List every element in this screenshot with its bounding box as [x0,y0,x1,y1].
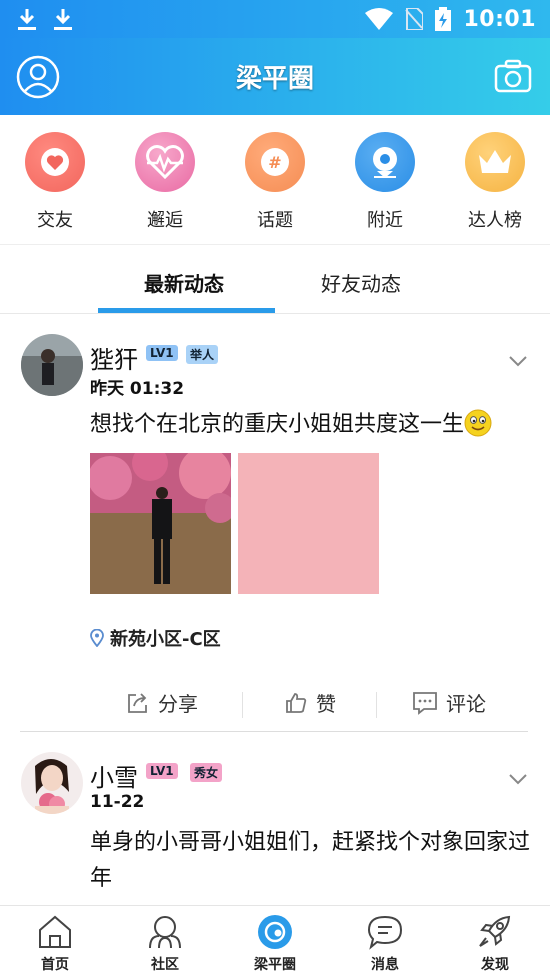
comment-label: 评论 [446,692,486,716]
heart-icon [25,132,85,192]
rocket-icon [479,915,511,947]
nav-community[interactable]: 社区 [110,906,220,979]
like-button[interactable]: 赞 [284,688,336,717]
post-card[interactable]: 狴犴 LV1 举人 昨天 01:32 想找个在北京的重庆小姐姐共度这一生 新苑小… [0,315,550,733]
clock: 10:01 [463,6,536,32]
nav-home[interactable]: 首页 [0,906,110,979]
title-badge: 秀女 [190,763,223,782]
no-sim-icon [405,8,424,30]
category-row: 交友 邂逅 # 话题 附近 达人榜 [0,115,550,245]
category-label: 邂逅 [147,210,183,231]
chevron-down-icon[interactable] [508,773,528,785]
username[interactable]: 小雪 [90,758,138,793]
community-icon [149,916,181,949]
avatar[interactable] [21,752,83,814]
comment-button[interactable]: 评论 [412,688,486,717]
battery-charging-icon [435,7,452,31]
location-pin-icon [90,629,104,647]
download-icon [18,9,36,30]
post-location[interactable]: 新苑小区-C区 [90,625,221,651]
tab-latest[interactable]: 最新动态 [144,268,224,297]
nav-label: 梁平圈 [254,957,296,973]
username[interactable]: 狴犴 [90,340,138,375]
post-image[interactable] [90,453,231,594]
category-friends[interactable]: 交友 [0,115,110,244]
chevron-down-icon[interactable] [508,355,528,367]
category-label: 交友 [37,210,73,231]
home-icon [39,915,71,948]
category-encounter[interactable]: 邂逅 [110,115,220,244]
nav-label: 发现 [481,957,509,973]
nav-label: 首页 [41,957,69,973]
level-badge: LV1 [146,345,178,361]
share-icon [128,692,147,713]
thumbs-up-icon [286,692,307,713]
wifi-icon [365,8,394,30]
circle-icon [258,915,292,949]
category-label: 附近 [367,210,403,231]
bottom-nav: 首页 社区 梁平圈 消息 发现 [0,905,550,979]
category-nearby[interactable]: 附近 [330,115,440,244]
post-text-content: 想找个在北京的重庆小姐姐共度这一生 [90,412,465,437]
camera-icon[interactable] [494,58,532,94]
category-ranking[interactable]: 达人榜 [440,115,550,244]
category-topics[interactable]: # 话题 [220,115,330,244]
post-image-placeholder[interactable] [238,453,379,594]
location-icon [355,132,415,192]
like-label: 赞 [316,692,336,716]
post-text: 单身的小哥哥小姐姐们，赶紧找个对象回家过年 [90,830,531,891]
svg-text:#: # [268,153,281,172]
post-time: 11-22 [90,792,145,812]
divider [242,692,243,718]
status-bar: 10:01 [0,0,550,38]
app-title: 梁平圈 [235,64,314,94]
tab-friends[interactable]: 好友动态 [321,268,401,297]
nav-circle[interactable]: 梁平圈 [220,906,330,979]
divider [376,692,377,718]
hashtag-icon: # [245,132,305,192]
user-avatar-icon[interactable] [16,55,60,99]
download-icon [54,9,72,30]
comment-icon [413,691,437,715]
title-badge: 举人 [186,345,219,364]
nav-discover[interactable]: 发现 [440,906,550,979]
category-label: 达人榜 [468,210,522,231]
post-text: 想找个在北京的重庆小姐姐共度这一生 [90,407,535,443]
smile-emoji-icon [464,409,492,437]
heartbeat-icon [135,132,195,192]
level-badge: LV1 [146,763,178,779]
avatar[interactable] [21,334,83,396]
tab-indicator [98,308,275,313]
nav-label: 消息 [371,957,399,973]
post-time: 昨天 01:32 [90,379,185,399]
crown-icon [465,132,525,192]
category-label: 话题 [257,210,293,231]
app-bar: 梁平圈 [0,38,550,115]
share-button[interactable]: 分享 [126,688,198,717]
message-icon [367,915,403,950]
feed-tabs: 最新动态 好友动态 [0,246,550,314]
share-label: 分享 [158,692,198,716]
post-card[interactable]: 小雪 LV1 秀女 11-22 单身的小哥哥小姐姐们，赶紧找个对象回家过年 [0,733,550,905]
nav-messages[interactable]: 消息 [330,906,440,979]
location-label: 新苑小区-C区 [110,629,221,650]
post-actions: 分享 赞 评论 [20,672,528,732]
nav-label: 社区 [151,957,179,973]
